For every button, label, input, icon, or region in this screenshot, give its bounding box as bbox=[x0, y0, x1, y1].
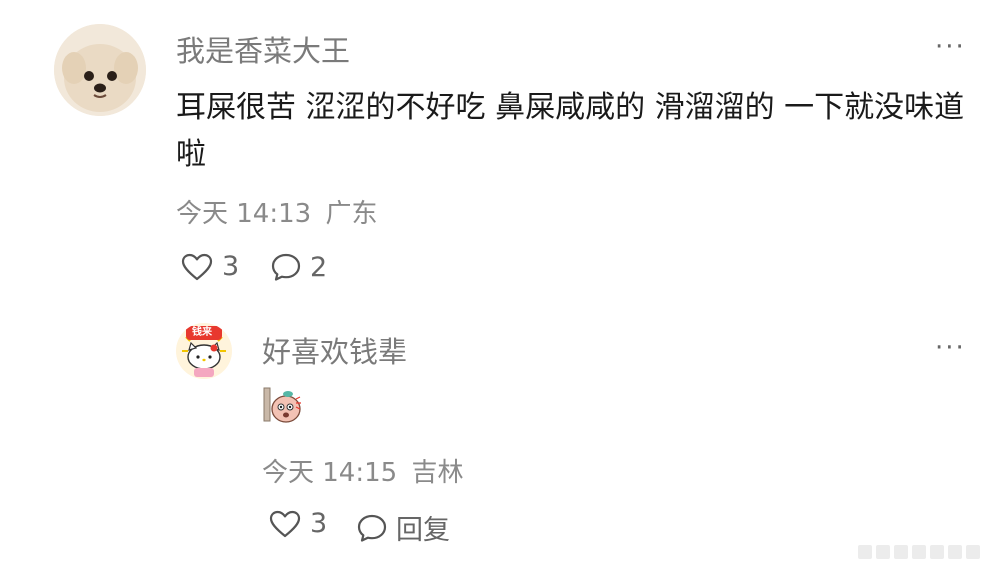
commenter-avatar[interactable] bbox=[54, 24, 146, 116]
comment-reply-button[interactable]: 2 bbox=[270, 251, 327, 283]
comment-meta: 今天 14:13 广东 bbox=[176, 193, 377, 230]
reply-reply-label: 回复 bbox=[396, 515, 450, 546]
heart-icon bbox=[181, 253, 213, 280]
watermark bbox=[858, 545, 980, 559]
comment-like-count: 3 bbox=[222, 251, 240, 282]
replier-avatar[interactable]: 钱来 bbox=[176, 323, 232, 379]
comment-bubble-icon bbox=[357, 514, 387, 542]
reply-sticker bbox=[262, 385, 302, 423]
peeking-character-sticker bbox=[263, 387, 301, 423]
reply-like-count: 3 bbox=[310, 508, 328, 539]
reply-more-button[interactable]: ··· bbox=[935, 333, 966, 363]
comment-like-button[interactable]: 3 bbox=[180, 251, 239, 282]
replier-username[interactable]: 好喜欢钱辈 bbox=[262, 329, 407, 371]
comment-more-button[interactable]: ··· bbox=[935, 32, 966, 62]
comment-location: 广东 bbox=[325, 199, 378, 229]
comment-time: 今天 14:13 bbox=[176, 199, 312, 229]
heart-icon bbox=[269, 510, 301, 537]
reply-reply-button[interactable]: 回复 bbox=[356, 508, 450, 547]
reply-time: 今天 14:15 bbox=[262, 458, 398, 488]
comment-bubble-icon bbox=[271, 253, 301, 281]
reply-like-button[interactable]: 3 bbox=[268, 508, 327, 539]
avatar-caption: 钱来 bbox=[192, 327, 212, 338]
comment-reply-count: 2 bbox=[310, 251, 328, 283]
comment-text: 耳屎很苦 涩涩的不好吃 鼻屎咸咸的 滑溜溜的 一下就没味道啦 bbox=[176, 90, 965, 172]
commenter-username[interactable]: 我是香菜大王 bbox=[176, 28, 350, 70]
reply-meta: 今天 14:15 吉林 bbox=[262, 452, 463, 489]
reply-location: 吉林 bbox=[411, 458, 464, 488]
dog-avatar-icon bbox=[54, 24, 146, 116]
